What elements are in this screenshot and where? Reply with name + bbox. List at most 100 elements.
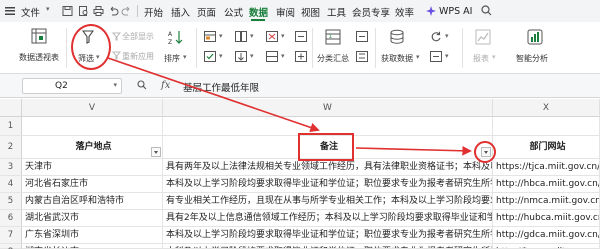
row-header[interactable]: 3 [0,159,22,176]
chevron-down-icon[interactable]: ▾ [281,52,285,60]
cell-location[interactable]: 天津市 [22,159,163,176]
tab-home[interactable]: 开始 [144,5,163,19]
wps-ai-button[interactable]: WPS AI [426,4,472,18]
header-cell-website[interactable]: 部门网站 [493,136,600,159]
smart-analysis-icon[interactable] [527,29,543,48]
subtotal-icon[interactable]: Σ [325,29,341,48]
chevron-down-icon[interactable]: ▾ [281,32,285,40]
subtotal-button[interactable]: 分类汇总 [317,53,349,64]
tab-data[interactable]: 数据 [249,5,268,19]
chevron-down-icon[interactable]: ▾ [46,5,50,13]
zoom-icon[interactable] [137,80,147,93]
cell-website[interactable]: https://tjca.miit.gov.cn/ [493,159,600,176]
row-header[interactable]: 2 [0,136,22,159]
chevron-down-icon[interactable]: ▾ [183,53,187,61]
chevron-down-icon[interactable]: ▾ [219,52,223,60]
cell-remarks[interactable]: 有专业相关工作经历，且现在从事与所学专业相关工作；本科及以上学习阶段均要求取得毕… [163,193,493,210]
cell-remarks[interactable]: 本科及以上学习阶段均要求取得毕业证和学位证；职位要求专业为报考者研究生所学专业 [163,244,493,249]
get-data-button[interactable]: 获取数据 [381,53,413,64]
report-icon[interactable] [475,29,491,48]
tab-review[interactable]: 审阅 [276,5,295,19]
tab-member[interactable]: 会员专享 [352,5,390,19]
chevron-down-icon[interactable]: ▾ [445,52,449,60]
cell-website[interactable]: http://gdca.miit.gov.cn/ [493,227,600,244]
header-cell-location[interactable]: 落户地点 [22,136,163,159]
sort-button[interactable]: 排序 [164,53,180,64]
save-icon[interactable] [62,5,73,17]
tab-formula[interactable]: 公式 [224,5,243,19]
outline-show-icon[interactable] [356,31,368,45]
tab-efficiency[interactable]: 效率 [395,5,414,19]
chevron-down-icon[interactable]: ▾ [250,52,254,60]
row-header[interactable]: 1 [0,117,22,136]
pivot-table-button[interactable]: 数据透视表 [19,52,59,63]
cell-remarks[interactable]: 本科及以上学习阶段均要求取得毕业证和学位证；职位要求专业为报考者研究生所学专业 [163,176,493,193]
print-preview-icon[interactable] [78,5,89,17]
cell-location[interactable]: 河北省石家庄市 [22,176,163,193]
sort-icon[interactable]: AZ [168,29,184,48]
get-data-icon[interactable] [389,29,405,48]
pivot-table-icon[interactable] [31,28,47,47]
cell-location[interactable]: 内蒙古自治区呼和浩特市 [22,193,163,210]
cell-location[interactable]: 湖南省长沙市 [22,244,163,249]
chevron-down-icon[interactable]: ▾ [113,81,117,89]
fill-icon[interactable] [235,51,247,65]
row-header[interactable]: 7 [0,227,22,244]
cell-remarks[interactable]: 具有两年及以上法律法规相关专业领域工作经历，具有法律职业资格证书；本科及以上学历 [163,159,493,176]
cell-reference: Q2 [55,81,68,91]
ungroup-icon[interactable] [295,51,307,65]
row-header[interactable]: 6 [0,210,22,227]
row-header[interactable]: 5 [0,193,22,210]
text-to-columns-icon[interactable] [235,31,247,45]
cell-website[interactable]: http://hubca.miit.gov.cn/ [493,210,600,227]
column-header-v[interactable]: V [22,99,163,117]
column-header-w[interactable]: W [163,99,493,117]
filter-dropdown-location[interactable] [151,147,161,157]
wps-ai-logo-icon [426,6,436,16]
search-icon[interactable] [481,5,492,19]
chevron-down-icon[interactable]: ▾ [250,32,254,40]
cell-location[interactable]: 湖北省武汉市 [22,210,163,227]
remove-duplicates-icon[interactable] [266,31,278,45]
function-icon[interactable]: fx [161,80,170,91]
tab-insert[interactable]: 插入 [171,5,190,19]
wps-ai-label: WPS AI [439,5,473,17]
smart-analysis-button[interactable]: 智能分析 [516,53,548,64]
reapply-button[interactable]: 重新应用 [122,51,154,62]
data-validation-icon[interactable] [204,51,216,65]
report-button[interactable]: 报表 [473,53,489,64]
chevron-down-icon[interactable]: ▾ [416,53,420,61]
consolidate-icon[interactable] [266,51,278,65]
cell-remarks[interactable]: 本科及以上学习阶段均要求取得毕业证和学位证；职位要求专业为报考者研究生所学专业 [163,227,493,244]
row-header[interactable]: 4 [0,176,22,193]
formula-input[interactable]: 基层工作最低年限 [183,80,259,94]
tab-view[interactable]: 视图 [301,5,320,19]
chevron-down-icon[interactable]: ▾ [445,32,449,40]
outline-hide-icon[interactable] [356,51,368,65]
chevron-down-icon[interactable]: ▾ [219,32,223,40]
chevron-down-icon[interactable]: ▾ [492,53,496,61]
tab-tools[interactable]: 工具 [327,5,346,19]
cell[interactable] [493,117,600,136]
cell-website[interactable]: http://hnca.miit.gov.cn/ [493,244,600,249]
undo-icon[interactable] [108,5,119,17]
cell-website[interactable]: http://nmca.miit.gov.cn/ [493,193,600,210]
cell-website[interactable]: http://hbca.miit.gov.cn/ [493,176,600,193]
redo-icon[interactable] [121,5,132,17]
cell[interactable] [22,117,163,136]
group-icon[interactable] [295,31,307,45]
column-header-x[interactable]: X [493,99,600,117]
connections-icon[interactable] [430,51,442,65]
select-all-corner[interactable] [0,99,22,117]
print-icon[interactable] [93,5,104,17]
name-box[interactable]: Q2 ▾ [22,78,122,94]
file-menu[interactable]: 文件 [21,5,40,19]
show-all-button[interactable]: 全部显示 [122,31,154,42]
highlight-duplicates-icon[interactable] [204,31,216,45]
refresh-icon[interactable] [430,31,442,45]
menu-icon[interactable] [5,7,15,15]
cell-remarks[interactable]: 具有2年及以上信息通信领域工作经历；本科及以上学习阶段均要求取得毕业证和学位证 [163,210,493,227]
tab-page[interactable]: 页面 [197,5,216,19]
row-header[interactable]: 8 [0,244,22,249]
cell-location[interactable]: 广东省深圳市 [22,227,163,244]
